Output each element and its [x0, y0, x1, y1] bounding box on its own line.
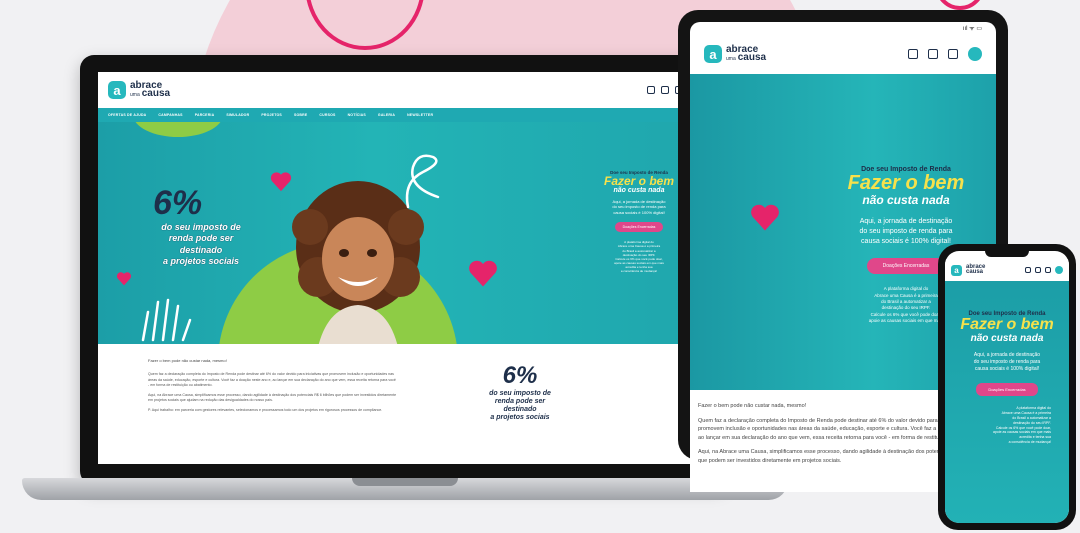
logo-mark: a: [704, 45, 722, 63]
swirl-drawing-icon: [405, 154, 440, 209]
header-icons: [1025, 266, 1063, 274]
nav-item[interactable]: Notícias: [348, 113, 366, 117]
desc-line: causa sociais é 100% digital!: [974, 366, 1040, 372]
logo-line2-text: causa: [141, 88, 171, 99]
hero-description: Aqui, a jornada de destinação do seu imp…: [598, 199, 680, 215]
content-paragraph: Aqui, na Abrace uma Causa, simplificamos…: [148, 392, 397, 403]
small-line: a consciência de mudança!: [620, 269, 658, 274]
nav-item[interactable]: Simulador: [226, 113, 249, 117]
header-icons: [908, 47, 982, 61]
hero-cta-panel: Doe seu Imposto de Renda Fazer o bem não…: [598, 170, 680, 274]
avatar[interactable]: [1055, 266, 1063, 274]
nav-item[interactable]: Galeria: [378, 113, 395, 117]
copy-icon[interactable]: [928, 49, 938, 59]
desc-line: do seu imposto de renda para: [859, 227, 953, 235]
heart-icon: [270, 172, 292, 192]
mail-icon[interactable]: [1045, 267, 1051, 273]
logo-text: abrace uma causa: [726, 44, 767, 63]
content-percent: 6%: [502, 362, 538, 389]
hero-title: Fazer o bem: [847, 172, 965, 194]
hero-description: Aqui, a jornada de destinação do seu imp…: [945, 352, 1069, 373]
site-logo[interactable]: a abrace causa: [951, 264, 985, 276]
desc-line: causa sociais é 100% digital!: [613, 209, 665, 215]
nav-item[interactable]: Campanhas: [158, 113, 182, 117]
green-arc-top: [133, 122, 223, 137]
caption-line: destinado: [179, 244, 223, 255]
caption-line: destinado: [503, 406, 537, 414]
avatar[interactable]: [968, 47, 982, 61]
phone-notch: [985, 251, 1029, 257]
site-logo[interactable]: a abrace uma causa: [704, 44, 767, 63]
donations-closed-button[interactable]: Doações Encerradas: [866, 258, 946, 275]
content-paragraph: Quem faz a declaração completa do Impost…: [148, 372, 396, 388]
main-nav: Ofertas de ajuda Campanhas Parceria Simu…: [98, 108, 710, 122]
phone-header: a abrace causa: [945, 259, 1069, 281]
nav-item[interactable]: Newsletter: [407, 113, 433, 117]
caption-line: renda pode ser: [168, 233, 234, 244]
phone-screen: a abrace causa Doe seu Imposto de Renda …: [945, 251, 1069, 523]
logo-line2-text: causa: [966, 269, 984, 275]
content-lead: Fazer o bem pode não custar nada, mesmo!: [148, 358, 227, 363]
logo-small: uma: [130, 92, 140, 98]
hero-title: Fazer o bem: [960, 316, 1054, 333]
logo-text: abrace causa: [966, 264, 985, 275]
hero-small-text: A plataforma digital do Abrace uma Causa…: [598, 240, 680, 274]
copy-icon[interactable]: [661, 86, 669, 94]
logo-line2-text: causa: [737, 52, 767, 63]
logo-mark: a: [108, 81, 126, 99]
small-line: a consciência de mudança!: [1008, 440, 1051, 445]
logo-small: uma: [726, 56, 736, 62]
hero-script: não custa nada: [862, 193, 950, 207]
caption-line: do seu imposto de: [489, 390, 551, 397]
logo-line2: uma causa: [130, 88, 171, 99]
home-icon[interactable]: [647, 86, 655, 94]
site-logo[interactable]: a abrace uma causa: [108, 80, 171, 99]
nav-item[interactable]: Ofertas de ajuda: [108, 113, 146, 117]
copy-icon[interactable]: [1035, 267, 1041, 273]
desc-line: do seu imposto de renda para: [973, 359, 1041, 365]
hero-banner: 6% do seu imposto de renda pode ser dest…: [98, 122, 710, 344]
nav-item[interactable]: Sobre: [294, 113, 307, 117]
hero-small-text: A plataforma digital do Abrace uma Causa…: [945, 406, 1069, 445]
caption-line: do seu imposto de: [161, 222, 241, 232]
hero-script: não custa nada: [970, 333, 1044, 344]
site-header: a abrace uma causa: [98, 72, 710, 108]
tablet-status-bar: ııl ᯤ ▭: [962, 26, 982, 32]
donations-closed-button[interactable]: Doações Encerradas: [976, 383, 1038, 396]
logo-mark: a: [951, 264, 962, 276]
desc-line: Aqui, a jornada de destinação: [859, 218, 953, 225]
background-ring-right: [935, 0, 985, 10]
nav-item[interactable]: Cursos: [319, 113, 335, 117]
hand-drawing-icon: [141, 298, 192, 342]
hero-percent: 6%: [153, 184, 203, 222]
caption-line: renda pode ser: [494, 398, 546, 406]
phone-hero-banner: Doe seu Imposto de Renda Fazer o bem não…: [945, 281, 1069, 523]
caption-line: a projetos sociais: [162, 255, 240, 266]
content-percent-block: 6% do seu imposto de renda pode ser dest…: [480, 362, 560, 422]
heart-icon: [469, 260, 497, 287]
desc-line: Aqui, a jornada de destinação: [973, 352, 1041, 358]
content-paragraph: P. Aqui trabalho: em parceria com gestor…: [148, 408, 383, 412]
hero-title: Fazer o bem: [603, 174, 675, 188]
hero-percent-caption: do seu imposto de renda pode ser destina…: [146, 222, 256, 267]
heart-icon: [751, 204, 779, 231]
donations-closed-button[interactable]: Doações Encerradas: [614, 222, 664, 233]
hero-description: Aqui, a jornada de destinação do seu imp…: [836, 217, 976, 246]
content-section: Fazer o bem pode não custar nada, mesmo!…: [98, 344, 710, 421]
tablet-header: a abrace uma causa: [690, 34, 996, 74]
mail-icon[interactable]: [948, 49, 958, 59]
logo-line2: uma causa: [726, 52, 767, 63]
home-icon[interactable]: [908, 49, 918, 59]
laptop-notch: [352, 478, 458, 486]
logo-text: abrace uma causa: [130, 80, 171, 99]
heart-icon: [116, 272, 132, 286]
laptop-screen: a abrace uma causa Ofertas de ajuda Campa…: [98, 72, 710, 464]
caption-line: a projetos sociais: [490, 414, 550, 422]
hero-script: não custa nada: [613, 187, 665, 194]
content-percent-caption: do seu imposto de renda pode ser destina…: [480, 390, 560, 422]
nav-item[interactable]: Parceria: [195, 113, 215, 117]
home-icon[interactable]: [1025, 267, 1031, 273]
nav-item[interactable]: Projetos: [261, 113, 282, 117]
